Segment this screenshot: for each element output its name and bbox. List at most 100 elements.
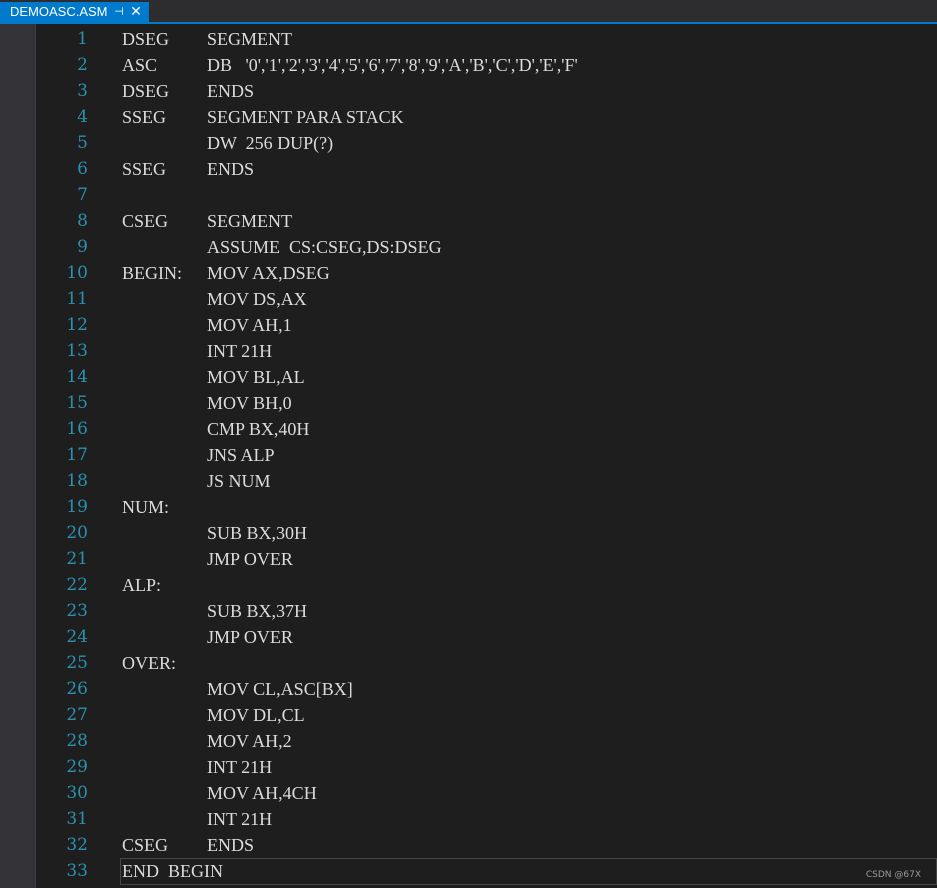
code-line[interactable]: 28 MOV AH,2: [36, 728, 937, 754]
code-instruction: CMP BX,40H: [207, 419, 310, 439]
code-instruction: MOV AH,2: [207, 731, 292, 751]
line-number: 23: [66, 601, 88, 621]
indicator-margin: [0, 24, 36, 888]
code-label: END BEGIN: [122, 861, 223, 881]
line-number: 32: [66, 835, 88, 855]
line-number: 7: [77, 185, 88, 205]
code-line[interactable]: 20 SUB BX,30H: [36, 520, 937, 546]
code-line[interactable]: 7: [36, 182, 937, 208]
line-number: 14: [66, 367, 88, 387]
line-number: 25: [66, 653, 88, 673]
close-icon[interactable]: ✕: [129, 2, 143, 22]
code-label: ALP:: [122, 575, 162, 595]
code-instruction: JMP OVER: [207, 627, 293, 647]
code-line[interactable]: 16 CMP BX,40H: [36, 416, 937, 442]
line-number: 6: [77, 159, 88, 179]
line-number: 8: [77, 211, 88, 231]
line-number: 2: [77, 55, 88, 75]
code-line[interactable]: 13 INT 21H: [36, 338, 937, 364]
code-line[interactable]: 6 SSEG ENDS: [36, 156, 937, 182]
code-line[interactable]: 30 MOV AH,4CH: [36, 780, 937, 806]
code-line[interactable]: 18 JS NUM: [36, 468, 937, 494]
code-label: NUM:: [122, 497, 170, 517]
code-line[interactable]: 22 ALP:: [36, 572, 937, 598]
code-label: CSEG: [122, 835, 169, 855]
code-line[interactable]: 29 INT 21H: [36, 754, 937, 780]
tab-bar: DEMOASC.ASM ⊣ ✕: [0, 0, 937, 22]
code-line[interactable]: 24 JMP OVER: [36, 624, 937, 650]
code-line[interactable]: 5 DW 256 DUP(?): [36, 130, 937, 156]
code-instruction: MOV BL,AL: [207, 367, 305, 387]
code-line[interactable]: 2 ASC DB '0','1','2','3','4','5','6','7','…: [36, 52, 937, 78]
code-instruction: MOV AH,4CH: [207, 783, 317, 803]
code-line[interactable]: 8 CSEG SEGMENT: [36, 208, 937, 234]
line-number: 17: [66, 445, 88, 465]
code-instruction: ENDS: [207, 835, 255, 855]
code-instruction: MOV DS,AX: [207, 289, 307, 309]
line-number: 4: [77, 107, 88, 127]
code-instruction: INT 21H: [207, 341, 273, 361]
line-number: 33: [66, 861, 88, 881]
code-instruction: SUB BX,37H: [207, 601, 308, 621]
code-line[interactable]: 9 ASSUME CS:CSEG,DS:DSEG: [36, 234, 937, 260]
code-label: BEGIN:: [122, 263, 182, 283]
code-line[interactable]: 11 MOV DS,AX: [36, 286, 937, 312]
code-line[interactable]: 12 MOV AH,1: [36, 312, 937, 338]
line-number: 13: [66, 341, 88, 361]
code-line[interactable]: 10 BEGIN: MOV AX,DSEG: [36, 260, 937, 286]
code-instruction: ASSUME CS:CSEG,DS:DSEG: [207, 237, 442, 257]
line-number: 29: [66, 757, 88, 777]
line-number: 16: [66, 419, 88, 439]
pin-icon[interactable]: ⊣: [113, 2, 125, 22]
code-instruction: MOV BH,0: [207, 393, 292, 413]
code-line[interactable]: 1 DSEG SEGMENT: [36, 26, 937, 52]
line-number: 11: [66, 289, 88, 309]
line-number: 21: [66, 549, 88, 569]
code-instruction: JMP OVER: [207, 549, 293, 569]
line-number: 30: [66, 783, 88, 803]
watermark: CSDN @67X: [865, 870, 921, 880]
code-line[interactable]: 25 OVER:: [36, 650, 937, 676]
code-instruction: MOV AH,1: [207, 315, 292, 335]
code-label: SSEG: [122, 107, 167, 127]
code-line[interactable]: 4 SSEG SEGMENT PARA STACK: [36, 104, 937, 130]
code-line[interactable]: 23 SUB BX,37H: [36, 598, 937, 624]
line-number: 1: [77, 29, 88, 49]
code-line[interactable]: 17 JNS ALP: [36, 442, 937, 468]
code-line[interactable]: 26 MOV CL,ASC[BX]: [36, 676, 937, 702]
code-line[interactable]: 31 INT 21H: [36, 806, 937, 832]
tab-label: DEMOASC.ASM: [10, 4, 108, 19]
ide-window: DEMOASC.ASM ⊣ ✕ 1 DSEG SEGMENT 2 ASC DB '0','…: [0, 0, 937, 888]
code-instruction: DB '0','1','2','3','4','5','6','7','8','…: [207, 55, 578, 75]
code-label: CSEG: [122, 211, 169, 231]
code-label: ASC: [122, 55, 158, 75]
line-number: 9: [77, 237, 88, 257]
tab-demoasc[interactable]: DEMOASC.ASM ⊣ ✕: [0, 2, 149, 22]
code-line[interactable]: 32 CSEG ENDS: [36, 832, 937, 858]
code-line[interactable]: 14 MOV BL,AL: [36, 364, 937, 390]
code-line[interactable]: 21 JMP OVER: [36, 546, 937, 572]
code-line[interactable]: 27 MOV DL,CL: [36, 702, 937, 728]
code-instruction: JNS ALP: [207, 445, 275, 465]
code-label: DSEG: [122, 81, 170, 101]
code-instruction: INT 21H: [207, 757, 273, 777]
code-instruction: SEGMENT: [207, 29, 292, 49]
code-instruction: SUB BX,30H: [207, 523, 308, 543]
code-line[interactable]: 19 NUM:: [36, 494, 937, 520]
code-line[interactable]: 33 END BEGIN: [36, 858, 937, 884]
code-instruction: SEGMENT: [207, 211, 292, 231]
code-editor[interactable]: 1 DSEG SEGMENT 2 ASC DB '0','1','2','3','4','…: [36, 24, 937, 888]
line-number: 20: [66, 523, 88, 543]
line-number: 5: [77, 133, 88, 153]
code-label: SSEG: [122, 159, 167, 179]
line-number: 22: [66, 575, 88, 595]
code-line[interactable]: 3 DSEG ENDS: [36, 78, 937, 104]
code-label: OVER:: [122, 653, 176, 673]
line-number: 24: [66, 627, 88, 647]
code-instruction: SEGMENT PARA STACK: [207, 107, 404, 127]
line-number: 27: [66, 705, 88, 725]
code-instruction: ENDS: [207, 81, 255, 101]
code-line[interactable]: 15 MOV BH,0: [36, 390, 937, 416]
line-number: 3: [77, 81, 88, 101]
code-instruction: JS NUM: [207, 471, 271, 491]
